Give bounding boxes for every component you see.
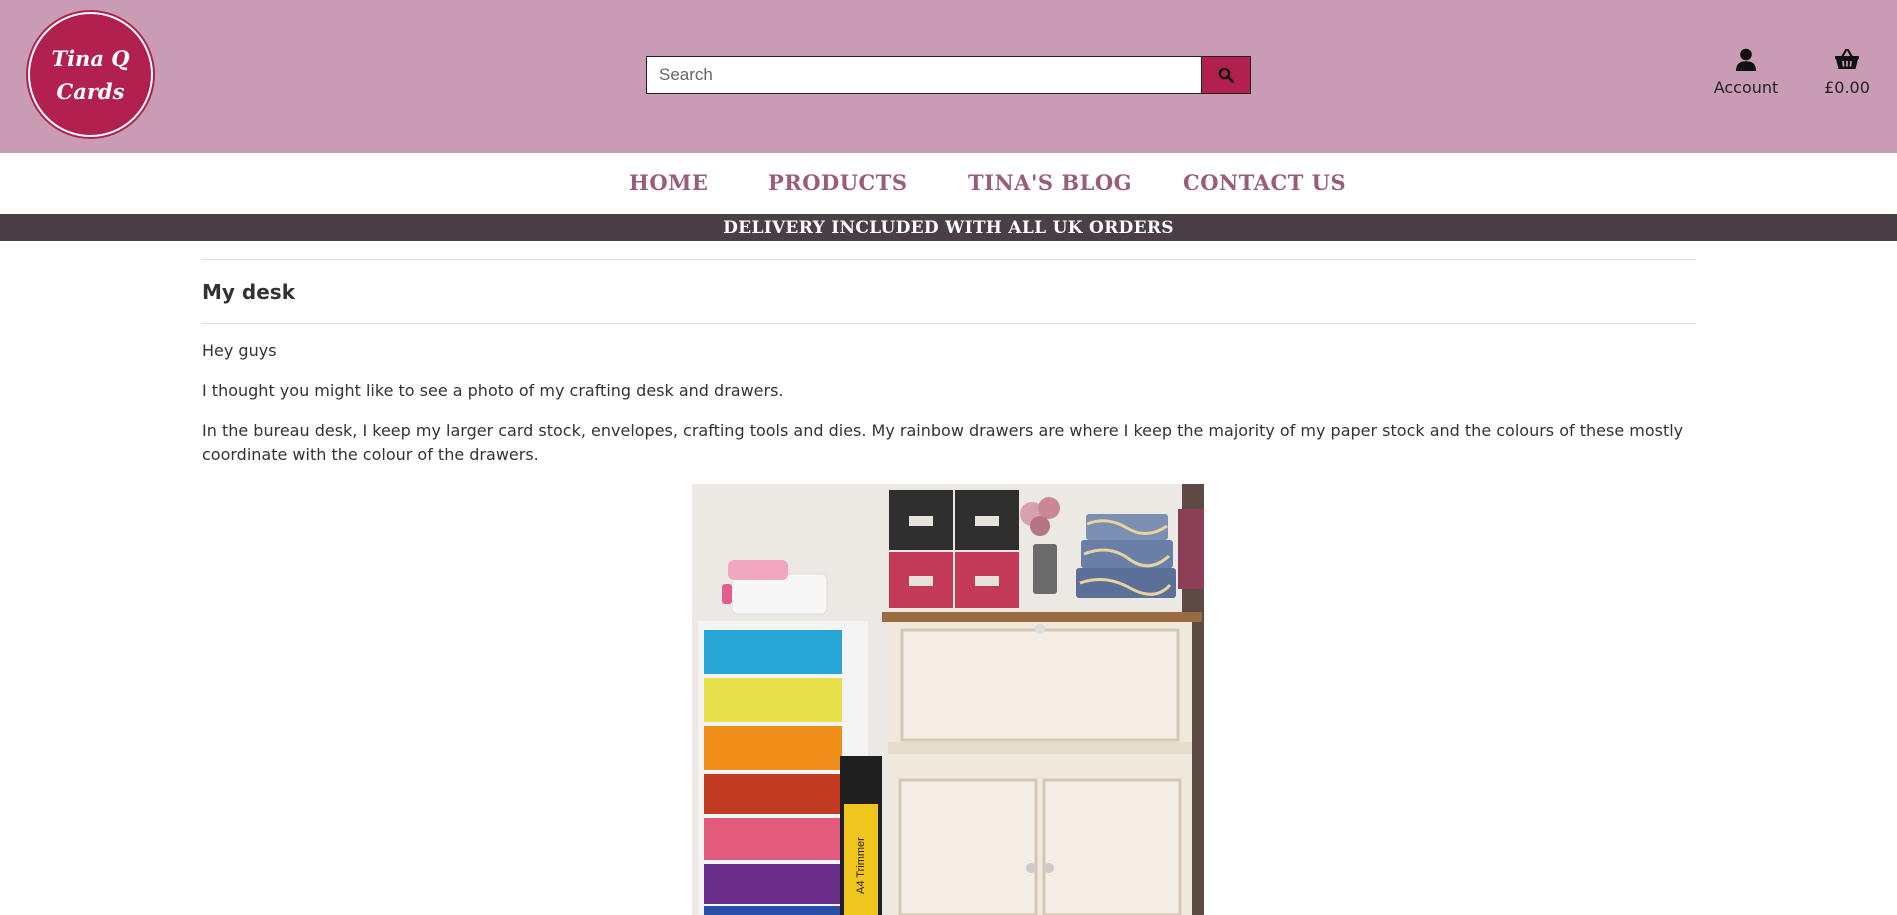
user-icon: [1736, 48, 1756, 71]
delivery-banner: DELIVERY INCLUDED WITH ALL UK ORDERS: [0, 214, 1897, 241]
post-paragraph-3: In the bureau desk, I keep my larger car…: [202, 421, 1684, 464]
account-link[interactable]: Account: [1708, 48, 1784, 97]
search-icon: [1218, 67, 1234, 83]
search-form: [646, 56, 1251, 94]
basket-icon: [1835, 48, 1859, 69]
nav-products[interactable]: PRODUCTS: [768, 170, 908, 195]
nav-blog[interactable]: TINA'S BLOG: [968, 170, 1132, 195]
basket-total: £0.00: [1824, 78, 1870, 97]
logo-line-2: Cards: [56, 78, 125, 104]
account-label: Account: [1713, 78, 1779, 97]
divider-bottom: [202, 323, 1696, 324]
main-nav: [0, 153, 1897, 214]
divider-top: [202, 259, 1696, 260]
desk-photo-illustration: A4 Trimmer: [692, 484, 1204, 915]
delivery-banner-text: DELIVERY INCLUDED WITH ALL UK ORDERS: [723, 217, 1174, 238]
logo-line-1: Tina Q: [51, 45, 130, 71]
site-header: Tina Q Cards Account: [0, 0, 1897, 153]
nav-home[interactable]: HOME: [629, 170, 708, 195]
trimmer-box-label: A4 Trimmer: [855, 837, 867, 894]
search-input[interactable]: [646, 56, 1202, 94]
basket-link[interactable]: £0.00: [1818, 48, 1876, 97]
nav-contact[interactable]: CONTACT US: [1183, 170, 1346, 195]
post-paragraph-2: I thought you might like to see a photo …: [202, 381, 784, 400]
post-title: My desk: [202, 280, 295, 304]
blog-photo: A4 Trimmer: [692, 484, 1204, 915]
post-paragraph-1: Hey guys: [202, 341, 277, 360]
logo[interactable]: Tina Q Cards: [28, 12, 153, 137]
search-button[interactable]: [1202, 56, 1251, 94]
